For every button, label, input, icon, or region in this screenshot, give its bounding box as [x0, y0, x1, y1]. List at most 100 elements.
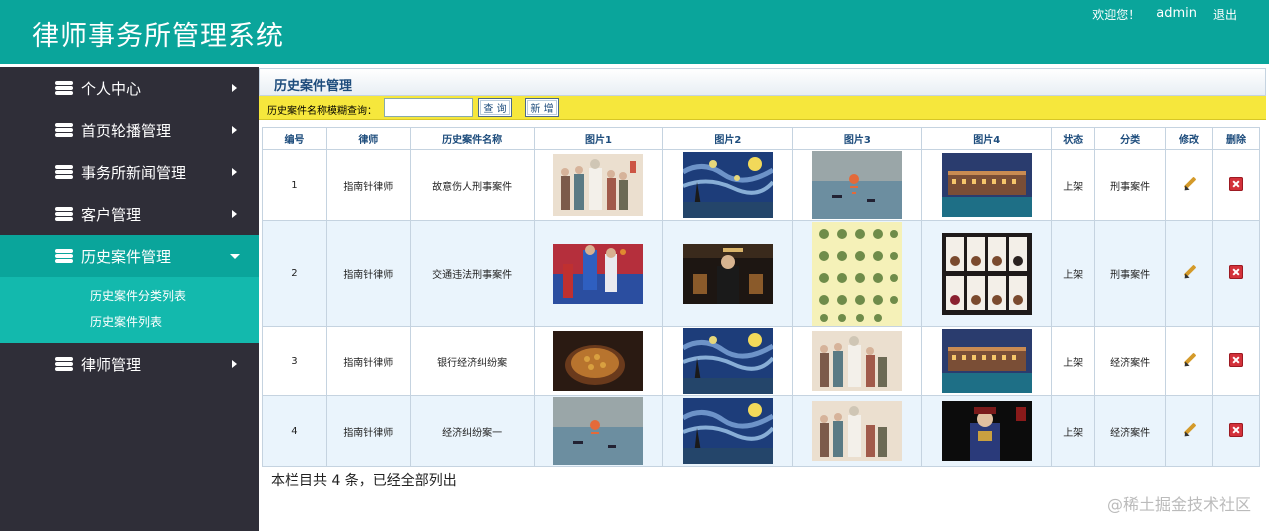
database-icon: [55, 248, 73, 264]
cell-id: 1: [262, 149, 327, 221]
sidebar-item-label: 首页轮播管理: [81, 121, 172, 140]
column-header: 分类: [1094, 127, 1167, 150]
sidebar-item-clients[interactable]: 客户管理: [0, 193, 259, 235]
sidebar-item-history-cases[interactable]: 历史案件管理: [0, 235, 259, 277]
app-header: 律师事务所管理系统 欢迎您！ admin 退出: [0, 0, 1269, 64]
hotel-night-image[interactable]: [941, 153, 1032, 217]
food-bowl-image[interactable]: [553, 331, 644, 391]
search-input[interactable]: [384, 98, 473, 117]
cell-image: [921, 220, 1053, 327]
cell-image: [792, 149, 923, 221]
edit-pencil-icon[interactable]: [1181, 352, 1197, 369]
cell-lawyer: 指南针律师: [325, 395, 411, 467]
cell-delete: [1211, 326, 1261, 396]
cell-status: 上架: [1051, 220, 1096, 327]
cell-case-name: 经济纠纷案一: [409, 395, 535, 467]
chevron-right-icon: [232, 360, 237, 368]
column-header: 删除: [1211, 127, 1261, 150]
query-button[interactable]: 查 询: [478, 98, 512, 117]
figures-painting-image[interactable]: [812, 331, 903, 391]
tea-grid-image[interactable]: [941, 232, 1032, 315]
starry-night-image[interactable]: [682, 328, 773, 394]
cell-image: [662, 149, 794, 221]
sidebar-item-label: 客户管理: [81, 205, 142, 224]
basketball-image[interactable]: [553, 243, 644, 304]
cell-edit: [1165, 220, 1213, 327]
cell-delete: [1211, 220, 1261, 327]
cell-category: 刑事案件: [1094, 149, 1167, 221]
record-count-note: 本栏目共 4 条，已经全部列出: [271, 473, 457, 489]
cell-id: 2: [262, 220, 327, 327]
cell-id: 4: [262, 395, 327, 467]
cell-image: [533, 149, 664, 221]
delete-icon[interactable]: [1228, 352, 1243, 367]
qing-costume-image[interactable]: [941, 401, 1032, 461]
cell-delete: [1211, 149, 1261, 221]
database-icon: [55, 122, 73, 138]
sidebar: 个人中心 首页轮播管理 事务所新闻管理 客户管理 历史案件管理 历史案件分类列表…: [0, 67, 259, 531]
sidebar-item-label: 历史案件管理: [81, 247, 172, 266]
case-table: 编号 律师 历史案件名称 图片1 图片2 图片3 图片4 状态 分类 修改 删除…: [262, 127, 1261, 467]
cell-edit: [1165, 149, 1213, 221]
submenu-item-case-categories[interactable]: 历史案件分类列表: [0, 283, 259, 309]
submenu-item-case-list[interactable]: 历史案件列表: [0, 309, 259, 335]
sidebar-item-label: 事务所新闻管理: [81, 163, 187, 182]
man-stage-image[interactable]: [682, 243, 773, 304]
page-title: 历史案件管理: [274, 79, 353, 94]
add-button[interactable]: 新 增: [525, 98, 559, 117]
breadcrumb: 历史案件管理: [259, 68, 1266, 96]
cell-image: [921, 326, 1053, 396]
watermark: @稀土掘金技术社区: [1106, 495, 1251, 514]
cell-image: [921, 395, 1053, 467]
cell-edit: [1165, 326, 1213, 396]
figures-painting-image[interactable]: [812, 401, 903, 461]
cell-lawyer: 指南针律师: [325, 149, 411, 221]
sidebar-item-carousel[interactable]: 首页轮播管理: [0, 109, 259, 151]
edit-pencil-icon[interactable]: [1181, 176, 1197, 193]
main-content: 历史案件管理 历史案件名称模糊查询： 查 询 新 增 编号 律师 历史案件名称 …: [259, 67, 1269, 531]
database-icon: [55, 164, 73, 180]
cell-image: [662, 395, 794, 467]
chevron-down-icon: [230, 254, 240, 259]
cell-image: [792, 326, 923, 396]
edit-pencil-icon[interactable]: [1181, 422, 1197, 439]
search-bar: 历史案件名称模糊查询： 查 询 新 增: [259, 96, 1266, 120]
cell-image: [792, 395, 923, 467]
username-link[interactable]: admin: [1156, 6, 1197, 23]
sidebar-item-personal-center[interactable]: 个人中心: [0, 67, 259, 109]
search-label: 历史案件名称模糊查询：: [267, 106, 377, 117]
column-header: 图片4: [921, 127, 1053, 150]
edit-pencil-icon[interactable]: [1181, 264, 1197, 281]
hotel-night-image[interactable]: [941, 329, 1032, 393]
figures-painting-image[interactable]: [553, 154, 644, 216]
cell-status: 上架: [1051, 395, 1096, 467]
sidebar-item-label: 个人中心: [81, 79, 142, 98]
table-header-row: 编号 律师 历史案件名称 图片1 图片2 图片3 图片4 状态 分类 修改 删除: [262, 127, 1261, 150]
user-bar: 欢迎您！ admin 退出: [1092, 6, 1237, 23]
sidebar-item-lawyers[interactable]: 律师管理: [0, 343, 259, 385]
herb-chart-image[interactable]: [812, 221, 903, 326]
sidebar-item-news[interactable]: 事务所新闻管理: [0, 151, 259, 193]
table-row: 4 指南针律师 经济纠纷案一 上架 经济案件: [262, 395, 1261, 467]
starry-night-image[interactable]: [682, 152, 773, 218]
impression-sunrise-image[interactable]: [553, 397, 644, 465]
cell-status: 上架: [1051, 326, 1096, 396]
cell-image: [533, 395, 664, 467]
impression-sunrise-image[interactable]: [812, 151, 903, 219]
logout-link[interactable]: 退出: [1213, 6, 1237, 23]
chevron-right-icon: [232, 210, 237, 218]
database-icon: [55, 356, 73, 372]
column-header: 修改: [1165, 127, 1213, 150]
cell-image: [533, 220, 664, 327]
cell-delete: [1211, 395, 1261, 467]
cell-case-name: 银行经济纠纷案: [409, 326, 535, 396]
column-header: 图片1: [533, 127, 664, 150]
cell-image: [662, 326, 794, 396]
cell-image: [662, 220, 794, 327]
starry-night-image[interactable]: [682, 398, 773, 464]
delete-icon[interactable]: [1228, 176, 1243, 191]
delete-icon[interactable]: [1228, 265, 1243, 279]
delete-icon[interactable]: [1228, 422, 1243, 437]
chevron-right-icon: [232, 126, 237, 134]
cell-lawyer: 指南针律师: [325, 326, 411, 396]
